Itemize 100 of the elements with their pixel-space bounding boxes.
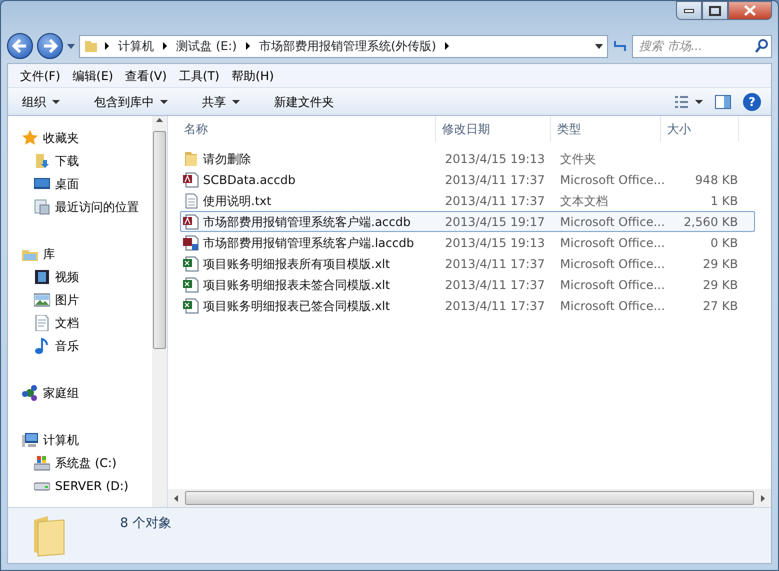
type-cell-text: Microsoft Office... [559,256,664,272]
item-count: 8 个对象 [120,515,172,533]
file-row[interactable]: 市场部费用报销管理系统客户端.accdb 2013/4/15 19:17 Microsoft Office... 2,560 KB [180,211,755,232]
file-row[interactable]: 市场部费用报销管理系统客户端.laccdb 2013/4/15 19:13 Microsoft Office... 0 KB [180,232,755,253]
type-cell-text: Microsoft Office... [559,298,664,314]
date-cell-text: 2013/4/15 19:17 [444,214,546,230]
column-header[interactable]: 大小 [661,116,739,142]
search-field[interactable]: 搜索 市场... [632,34,772,58]
type-cell-text: 文本文档 [559,192,609,210]
picture-icon [34,292,50,308]
type-cell-text: Microsoft Office... [559,234,664,252]
size-cell-text: 948 KB [694,172,739,188]
sidebar-item[interactable]: 家庭组 [22,381,79,404]
menu-item[interactable]: 工具(T) [172,64,226,86]
date-cell-text: 2013/4/11 17:37 [444,172,546,188]
access-file-icon [183,172,199,188]
scroll-left-icon[interactable] [172,494,181,502]
type-cell-text: Microsoft Office... [559,172,664,188]
sidebar-item[interactable]: 系统盘 (C:) [34,451,117,474]
file-row[interactable]: 项目账务明细报表未签合同模版.xlt 2013/4/11 17:37 Microsoft Office... 29 KB [180,274,755,295]
date-cell-text: 2013/4/11 17:37 [444,276,546,294]
toolbar-button[interactable]: 新建文件夹 [270,90,338,112]
breadcrumb-item[interactable]: 计算机 [116,37,156,55]
size-cell-text: 0 KB [709,234,739,252]
sidebar-item[interactable]: 收藏夹 [22,126,79,149]
file-name: SCBData.accdb [203,172,296,188]
minimize-button[interactable] [676,1,702,20]
file-row[interactable]: 项目账务明细报表已签合同模版.xlt 2013/4/11 17:37 Microsoft Office... 27 KB [180,295,755,316]
sidebar-item[interactable]: SERVER (D:) [34,474,128,497]
excel-template-icon [183,276,199,292]
date-cell-text: 2013/4/15 19:13 [444,234,546,252]
scroll-right-icon[interactable] [758,494,767,502]
toolbar-button[interactable]: 包含到库中 [90,90,172,112]
sidebar-item[interactable]: 音乐 [34,334,79,357]
menu-item[interactable]: 文件(F) [14,64,66,86]
close-button[interactable] [728,1,772,20]
text-file-icon [183,192,199,208]
column-header[interactable]: 类型 [551,116,661,142]
minimize-icon [684,8,694,12]
type-cell-text: Microsoft Office... [559,276,664,294]
back-arrow-icon [12,39,28,53]
menu-item[interactable]: 帮助(H) [226,64,280,86]
menu-item[interactable]: 查看(V) [119,64,173,86]
computer-icon [22,432,38,448]
access-file-icon [183,214,199,230]
scrollbar-thumb[interactable] [185,491,754,505]
sidebar-item[interactable]: 视频 [34,265,79,288]
breadcrumb-item[interactable]: 市场部费用报销管理系统(外传版) [256,37,438,55]
view-options-icon[interactable] [675,96,703,108]
maximize-button[interactable] [702,1,728,20]
breadcrumb-item[interactable]: 测试盘 (E:) [174,37,239,55]
help-button[interactable]: ? [743,92,761,110]
history-dropdown-icon[interactable] [67,44,75,48]
file-row[interactable]: 请勿删除 2013/4/15 19:13 文件夹 [180,148,755,169]
sidebar-item[interactable]: 桌面 [34,172,79,195]
address-bar[interactable]: 计算机 测试盘 (E:) 市场部费用报销管理系统(外传版) [79,34,608,58]
dropdown-icon[interactable] [595,44,603,48]
sidebar-item[interactable]: 图片 [34,288,79,311]
menu-item[interactable]: 编辑(E) [66,64,120,86]
toolbar-button[interactable]: 组织 [18,90,64,112]
file-name: 市场部费用报销管理系统客户端.laccdb [203,234,414,252]
file-row[interactable]: 使用说明.txt 2013/4/11 17:37 文本文档 1 KB [180,190,755,211]
refresh-icon[interactable] [612,38,628,54]
homegroup-icon [22,384,38,400]
file-name: 项目账务明细报表所有项目模版.xlt [203,256,390,272]
excel-template-icon [183,298,199,314]
file-name: 项目账务明细报表未签合同模版.xlt [203,276,390,294]
maximize-icon [707,4,723,16]
chevron-icon [104,42,110,50]
size-cell-text: 27 KB [702,298,739,314]
column-header[interactable]: 修改日期 [436,116,551,142]
sidebar-item[interactable]: 库 [22,242,55,265]
date-cell-text: 2013/4/11 17:37 [444,192,546,210]
recent-places-icon [34,198,50,214]
column-header[interactable]: 名称 [178,116,436,142]
star-icon [22,130,38,146]
chevron-icon [444,42,450,50]
close-icon [742,4,758,16]
size-cell-text: 29 KB [702,256,739,272]
preview-pane-icon[interactable] [715,94,731,108]
file-row[interactable]: SCBData.accdb 2013/4/11 17:37 Microsoft Office... 948 KB [180,169,755,190]
back-button[interactable] [7,33,33,59]
date-cell-text: 2013/4/11 17:37 [444,256,546,272]
date-cell-text: 2013/4/15 19:13 [444,150,546,168]
type-cell-text: 文件夹 [559,150,597,168]
sidebar-item[interactable]: 最近访问的位置 [34,195,139,218]
sidebar-item[interactable]: 下载 [34,149,79,172]
scrollbar-thumb[interactable] [153,131,166,349]
file-name: 请勿删除 [203,150,251,168]
toolbar-button[interactable]: 共享 [198,90,244,112]
forward-button[interactable] [37,33,63,59]
file-name: 使用说明.txt [203,192,272,210]
sidebar-item[interactable]: 文档 [34,311,79,334]
sidebar-item[interactable]: 计算机 [22,428,79,451]
type-cell-text: Microsoft Office... [559,214,664,230]
folder-icon [183,150,199,166]
film-icon [34,268,50,284]
size-cell-text: 1 KB [709,192,739,210]
file-row[interactable]: 项目账务明细报表所有项目模版.xlt 2013/4/11 17:37 Microsoft Office... 29 KB [180,253,755,274]
download-folder-icon [34,152,50,168]
